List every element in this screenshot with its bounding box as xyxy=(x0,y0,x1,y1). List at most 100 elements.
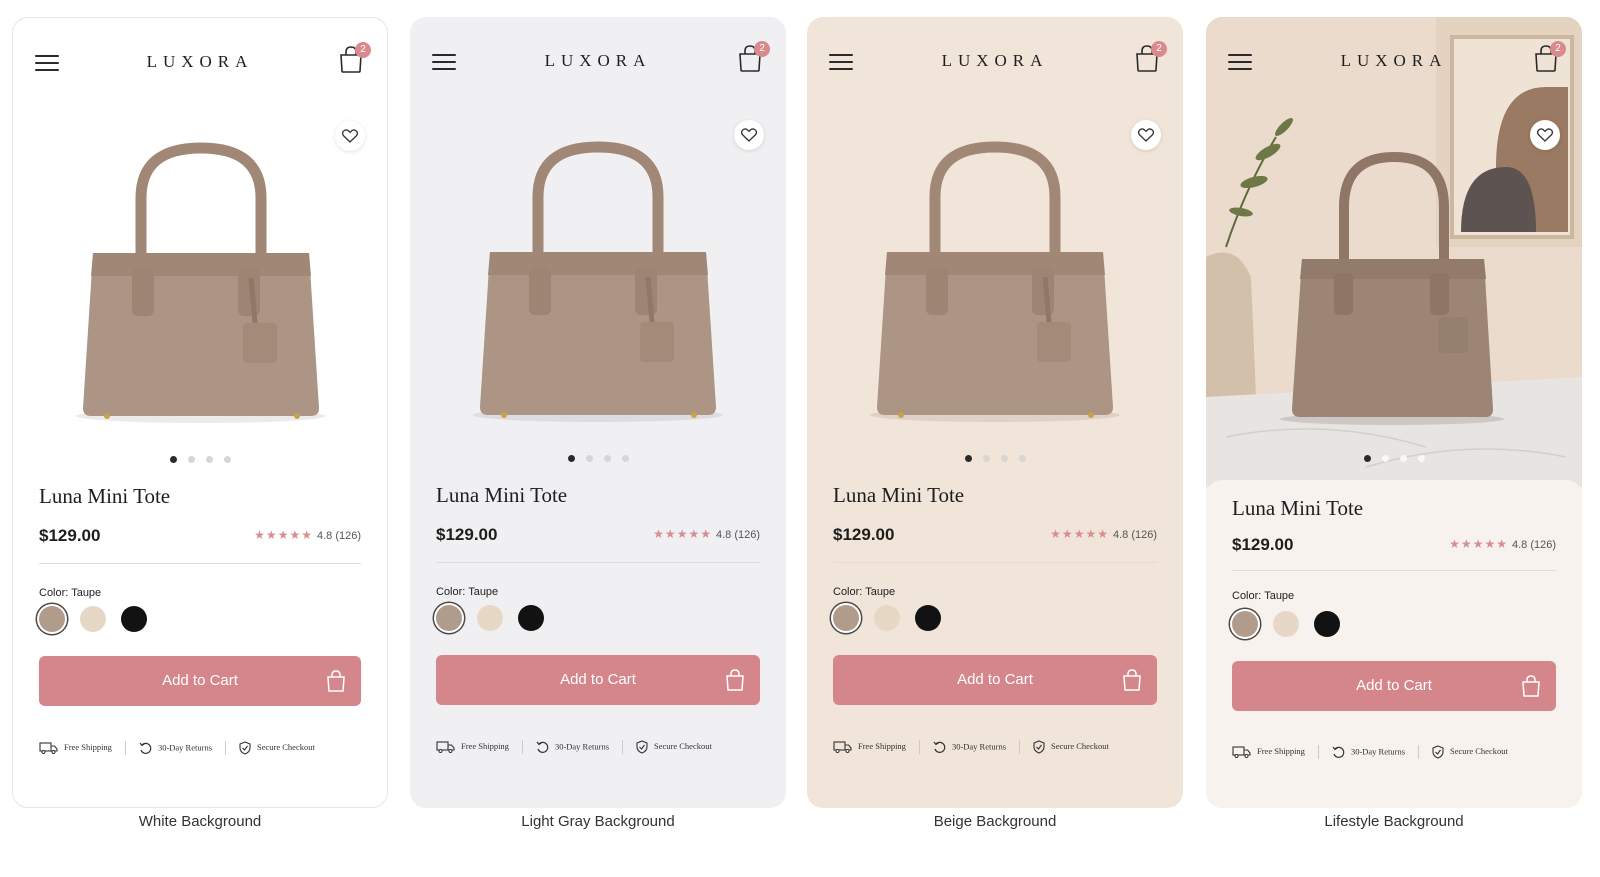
cart-count-badge: 2 xyxy=(1151,41,1167,57)
feature-shipping: Free Shipping xyxy=(436,740,509,754)
swatch-cream[interactable] xyxy=(477,605,503,631)
feature-shipping-label: Free Shipping xyxy=(461,740,509,751)
swatch-cream[interactable] xyxy=(874,605,900,631)
shopping-bag-icon xyxy=(327,670,345,692)
carousel-dot[interactable] xyxy=(982,455,990,462)
variant-caption: Beige Background xyxy=(933,813,1057,830)
brand-logo: LUXORA xyxy=(544,51,652,70)
carousel-dot[interactable] xyxy=(1399,455,1407,462)
cart-button[interactable]: 2 xyxy=(736,41,770,77)
swatch-black[interactable] xyxy=(121,606,147,632)
star-rating-icon: ★★★★★ xyxy=(1050,527,1109,541)
feature-strip: Free Shipping 30-Day Returns Secure Checko… xyxy=(436,740,760,754)
swatch-black[interactable] xyxy=(518,605,544,631)
cart-button[interactable]: 2 xyxy=(1532,41,1566,77)
feature-returns: 30-Day Returns xyxy=(139,742,212,755)
feature-checkout: Secure Checkout xyxy=(636,740,712,754)
swatch-taupe[interactable] xyxy=(833,605,859,631)
favorite-button[interactable] xyxy=(335,121,365,151)
brand-logo: LUXORA xyxy=(1340,51,1448,70)
divider xyxy=(833,562,1157,563)
product-rating: ★★★★★ 4.8 (126) xyxy=(653,527,760,541)
handbag-image xyxy=(473,141,723,422)
heart-icon xyxy=(342,129,358,143)
swatch-taupe[interactable] xyxy=(1232,611,1258,637)
favorite-button[interactable] xyxy=(1530,120,1560,150)
carousel-dot[interactable] xyxy=(1363,455,1371,462)
color-swatches xyxy=(39,606,162,634)
swatch-black[interactable] xyxy=(915,605,941,631)
swatch-black[interactable] xyxy=(1314,611,1340,637)
rating-text: 4.8 (126) xyxy=(1112,529,1157,541)
shopping-bag-icon xyxy=(726,669,744,691)
brand-logo: LUXORA xyxy=(941,51,1049,70)
variant-caption: Light Gray Background xyxy=(521,813,675,830)
divider xyxy=(918,740,920,754)
return-arrow-icon xyxy=(536,741,549,753)
divider xyxy=(436,562,760,563)
product-info-sheet: Luna Mini Tote $129.00 ★★★★★ 4.8 (126) Co… xyxy=(1206,480,1582,808)
feature-strip: Free Shipping 30-Day Returns Secure Checko… xyxy=(39,741,361,755)
carousel-dot[interactable] xyxy=(1381,455,1389,462)
carousel-dot[interactable] xyxy=(169,456,177,463)
product-image-area xyxy=(13,108,387,460)
rating-text: 4.8 (126) xyxy=(1511,539,1556,551)
cart-count-badge: 2 xyxy=(355,42,371,58)
color-label: Color: Taupe xyxy=(39,587,102,599)
product-title: Luna Mini Tote xyxy=(436,483,568,507)
product-card-white: LUXORA 2 Luna Mini Tote $129.00 ★★★★★ 4.8… xyxy=(12,17,388,808)
feature-shipping-label: Free Shipping xyxy=(64,741,112,752)
feature-strip: Free Shipping 30-Day Returns Secure Checko… xyxy=(1232,745,1556,759)
product-image-area xyxy=(807,107,1183,459)
swatch-cream[interactable] xyxy=(1273,611,1299,637)
cart-button[interactable]: 2 xyxy=(337,42,371,78)
carousel-dot[interactable] xyxy=(964,455,972,462)
carousel-dot[interactable] xyxy=(621,455,629,462)
carousel-dot[interactable] xyxy=(567,455,575,462)
add-to-cart-button[interactable]: Add to Cart xyxy=(833,655,1157,705)
feature-shipping-label: Free Shipping xyxy=(858,740,906,751)
add-to-cart-button[interactable]: Add to Cart xyxy=(436,655,760,705)
feature-returns-label: 30-Day Returns xyxy=(554,740,609,751)
carousel-dots xyxy=(410,455,786,463)
swatch-taupe[interactable] xyxy=(436,605,462,631)
divider xyxy=(521,740,523,754)
carousel-dot[interactable] xyxy=(585,455,593,462)
carousel-dot[interactable] xyxy=(603,455,611,462)
feature-shipping-label: Free Shipping xyxy=(1257,745,1305,756)
add-to-cart-label: Add to Cart xyxy=(1356,677,1432,694)
color-swatches xyxy=(1232,611,1355,639)
carousel-dot[interactable] xyxy=(1018,455,1026,462)
favorite-button[interactable] xyxy=(734,120,764,150)
carousel-dot[interactable] xyxy=(187,456,195,463)
truck-icon xyxy=(1232,746,1251,759)
divider xyxy=(39,563,361,564)
return-arrow-icon xyxy=(139,742,152,754)
carousel-dot[interactable] xyxy=(223,456,231,463)
favorite-button[interactable] xyxy=(1131,120,1161,150)
feature-returns-label: 30-Day Returns xyxy=(157,741,212,752)
shield-icon xyxy=(636,740,648,754)
carousel-dot[interactable] xyxy=(1000,455,1008,462)
feature-returns: 30-Day Returns xyxy=(1332,746,1405,759)
swatch-taupe[interactable] xyxy=(39,606,65,632)
cart-button[interactable]: 2 xyxy=(1133,41,1167,77)
product-image-area xyxy=(410,107,786,459)
add-to-cart-button[interactable]: Add to Cart xyxy=(1232,661,1556,711)
shopping-bag-icon xyxy=(1123,669,1141,691)
comparison-stage: LUXORA 2 Luna Mini Tote $129.00 ★★★★★ 4.8… xyxy=(0,0,1600,877)
add-to-cart-button[interactable]: Add to Cart xyxy=(39,656,361,706)
product-card-beige: LUXORA 2 Luna Mini Tote $129.00 ★★★★★ 4.8… xyxy=(807,17,1183,808)
swatch-cream[interactable] xyxy=(80,606,106,632)
shield-icon xyxy=(1033,740,1045,754)
handbag-image xyxy=(870,141,1120,422)
carousel-dot[interactable] xyxy=(205,456,213,463)
shield-icon xyxy=(239,741,251,755)
divider xyxy=(1232,570,1556,571)
app-header: LUXORA 2 xyxy=(410,17,786,107)
star-rating-icon: ★★★★★ xyxy=(254,528,313,542)
carousel-dot[interactable] xyxy=(1417,455,1425,462)
color-label: Color: Taupe xyxy=(1232,590,1295,602)
feature-returns-label: 30-Day Returns xyxy=(1350,745,1405,756)
feature-checkout-label: Secure Checkout xyxy=(257,741,315,752)
